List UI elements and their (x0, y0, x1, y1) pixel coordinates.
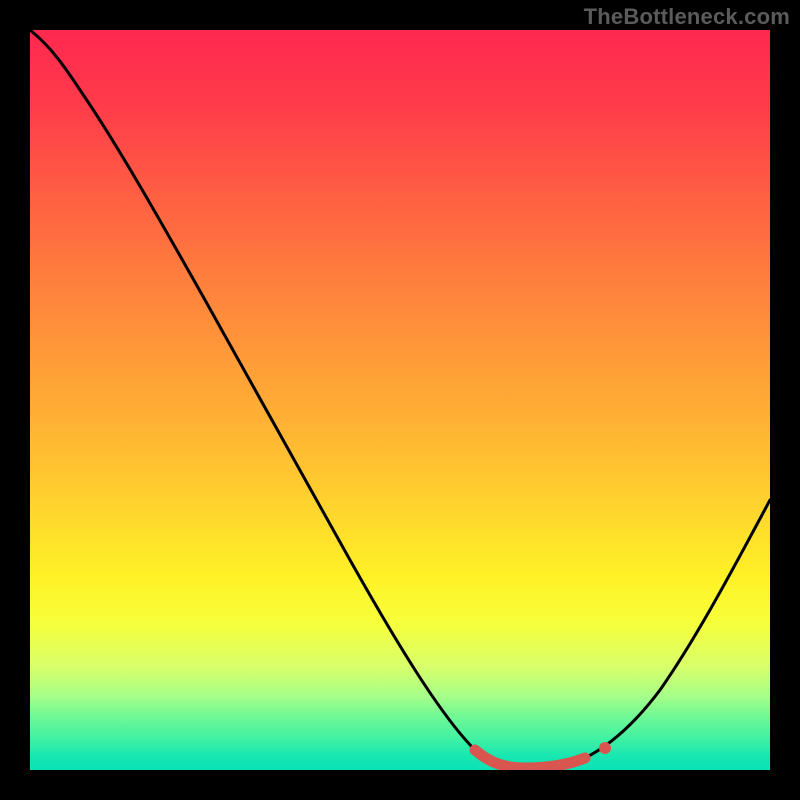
watermark-text: TheBottleneck.com (584, 4, 790, 30)
bottleneck-curve-line (30, 30, 770, 768)
chart-frame: TheBottleneck.com (0, 0, 800, 800)
plot-area (30, 30, 770, 770)
optimal-band-end-dot (599, 742, 611, 754)
curve-svg (30, 30, 770, 770)
optimal-band-highlight (475, 750, 585, 768)
